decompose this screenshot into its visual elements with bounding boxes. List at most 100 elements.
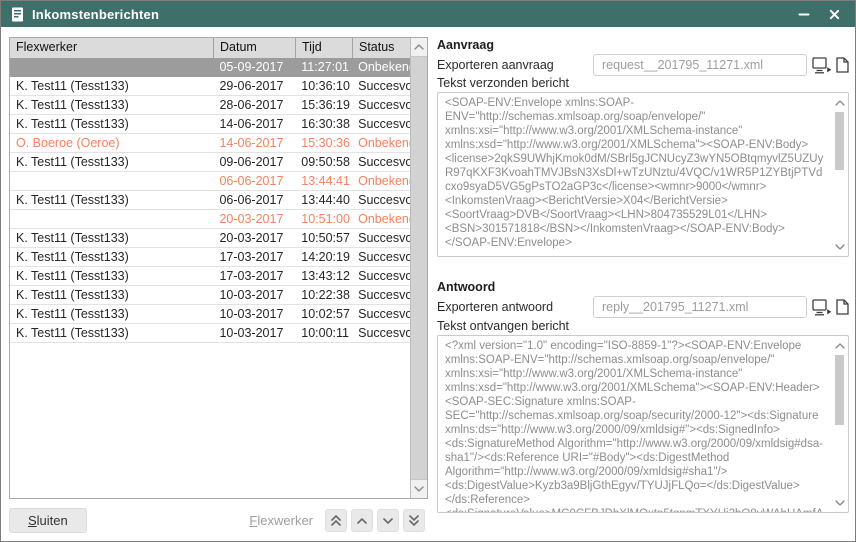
cell-datum: 06-06-2017 xyxy=(213,191,295,209)
sluiten-button[interactable]: Sluiten xyxy=(9,508,87,533)
cell-flexwerker xyxy=(10,172,213,190)
cell-datum: 14-06-2017 xyxy=(213,115,295,133)
cell-flexwerker: K. Test11 (Tesst133) xyxy=(10,115,213,133)
column-header-flexwerker[interactable]: Flexwerker xyxy=(10,38,214,58)
exporteren-antwoord-input[interactable] xyxy=(593,296,807,318)
table-row[interactable]: 06-06-201713:44:41Onbekend BSN xyxy=(10,172,410,191)
cell-datum: 28-06-2017 xyxy=(213,96,295,114)
column-header-tijd[interactable]: Tijd xyxy=(296,38,353,58)
minimize-button[interactable] xyxy=(793,4,815,24)
table-row[interactable]: O. Boeroe (Oeroe)14-06-201715:30:36Onbek… xyxy=(10,134,410,153)
cell-flexwerker: K. Test11 (Tesst133) xyxy=(10,229,213,247)
antwoord-heading: Antwoord xyxy=(437,280,495,294)
table-body: 05-09-201711:27:01Onbekend BSNK. Test11 … xyxy=(10,58,410,498)
table-row[interactable]: K. Test11 (Tesst133)10-03-201710:02:57Su… xyxy=(10,305,410,324)
cell-datum: 10-03-2017 xyxy=(213,286,295,304)
tekst-verzonden-bericht-label: Tekst verzonden bericht xyxy=(437,76,569,90)
tekst-ontvangen-bericht-label: Tekst ontvangen bericht xyxy=(437,319,569,333)
document-icon xyxy=(11,7,24,22)
cell-tijd: 10:51:00 xyxy=(295,210,352,228)
column-header-datum[interactable]: Datum xyxy=(214,38,296,58)
cell-tijd: 10:00:11 xyxy=(295,324,352,342)
chevron-down-icon xyxy=(383,518,393,524)
cell-flexwerker: K. Test11 (Tesst133) xyxy=(10,267,213,285)
cell-datum: 10-03-2017 xyxy=(213,324,295,342)
new-document-icon[interactable] xyxy=(836,299,849,315)
exporteren-aanvraag-input[interactable] xyxy=(593,54,807,76)
next-record-button[interactable] xyxy=(377,509,399,532)
flexwerker-nav: Flexwerker xyxy=(249,508,425,533)
cell-datum: 05-09-2017 xyxy=(213,58,295,76)
cell-datum: 20-03-2017 xyxy=(213,210,295,228)
flexwerker-nav-label: Flexwerker xyxy=(249,513,313,528)
cell-datum: 17-03-2017 xyxy=(213,267,295,285)
cell-tijd: 13:44:41 xyxy=(295,172,352,190)
table-row[interactable]: K. Test11 (Tesst133)29-06-201710:36:10Su… xyxy=(10,77,410,96)
cell-datum: 20-03-2017 xyxy=(213,229,295,247)
table-scrollbar[interactable] xyxy=(410,38,427,498)
table-row[interactable]: K. Test11 (Tesst133)14-06-201716:30:38Su… xyxy=(10,115,410,134)
table-row[interactable]: 20-03-201710:51:00Onbekend BSN xyxy=(10,210,410,229)
table-row[interactable]: 05-09-201711:27:01Onbekend BSN xyxy=(10,58,410,77)
scroll-down-icon[interactable] xyxy=(411,479,427,498)
exporteren-aanvraag-label: Exporteren aanvraag xyxy=(437,58,593,72)
scroll-up-icon[interactable] xyxy=(832,95,847,110)
cell-flexwerker: K. Test11 (Tesst133) xyxy=(10,286,213,304)
verzonden-bericht-box[interactable]: <SOAP-ENV:Envelope xmlns:SOAP-ENV="http:… xyxy=(437,92,849,257)
export-to-file-icon[interactable] xyxy=(812,299,833,316)
cell-datum: 06-06-2017 xyxy=(213,172,295,190)
cell-tijd: 09:50:58 xyxy=(295,153,352,171)
verzonden-scrollbar[interactable] xyxy=(832,94,847,255)
previous-record-button[interactable] xyxy=(351,509,373,532)
exporteren-antwoord-label: Exporteren antwoord xyxy=(437,300,593,314)
column-header-status[interactable]: Status xyxy=(353,38,411,58)
table-row[interactable]: K. Test11 (Tesst133)20-03-201710:50:57Su… xyxy=(10,229,410,248)
inkomstenberichten-window: Inkomstenberichten Flexwerker Datum Tijd… xyxy=(0,0,856,542)
cell-status: Succesvol xyxy=(352,267,410,285)
table-row[interactable]: K. Test11 (Tesst133)17-03-201714:20:19Su… xyxy=(10,248,410,267)
table-header: Flexwerker Datum Tijd Status xyxy=(10,38,427,59)
cell-tijd: 10:50:57 xyxy=(295,229,352,247)
table-row[interactable]: K. Test11 (Tesst133)10-03-201710:00:11Su… xyxy=(10,324,410,343)
close-button[interactable] xyxy=(823,4,845,24)
cell-status: Succesvol xyxy=(352,248,410,266)
cell-status: Succesvol xyxy=(352,96,410,114)
cell-status: Succesvol xyxy=(352,324,410,342)
cell-status: Succesvol xyxy=(352,229,410,247)
ontvangen-bericht-box[interactable]: <?xml version="1.0" encoding="ISO-8859-1… xyxy=(437,335,849,513)
cell-tijd: 14:20:19 xyxy=(295,248,352,266)
cell-tijd: 11:27:01 xyxy=(295,58,352,76)
ontvangen-scrollbar[interactable] xyxy=(832,337,847,511)
scrollbar-track[interactable] xyxy=(411,57,427,479)
scrollbar-thumb[interactable] xyxy=(835,112,844,170)
cell-status: Onbekend BSN xyxy=(352,58,410,76)
ontvangen-bericht-text: <?xml version="1.0" encoding="ISO-8859-1… xyxy=(445,340,823,513)
cell-status: Onbekend BSN xyxy=(352,210,410,228)
scroll-up-icon[interactable] xyxy=(411,38,427,57)
cell-tijd: 13:44:40 xyxy=(295,191,352,209)
table-row[interactable]: K. Test11 (Tesst133)17-03-201713:43:12Su… xyxy=(10,267,410,286)
scrollbar-thumb[interactable] xyxy=(835,355,844,425)
last-record-button[interactable] xyxy=(403,509,425,532)
chevrons-down-icon xyxy=(409,515,419,526)
cell-flexwerker: K. Test11 (Tesst133) xyxy=(10,191,213,209)
table-row[interactable]: K. Test11 (Tesst133)06-06-201713:44:40Su… xyxy=(10,191,410,210)
cell-flexwerker: K. Test11 (Tesst133) xyxy=(10,96,213,114)
scroll-up-icon[interactable] xyxy=(832,338,847,353)
cell-status: Onbekend LHN xyxy=(352,134,410,152)
cell-flexwerker: O. Boeroe (Oeroe) xyxy=(10,134,213,152)
cell-flexwerker: K. Test11 (Tesst133) xyxy=(10,153,213,171)
table-row[interactable]: K. Test11 (Tesst133)28-06-201715:36:19Su… xyxy=(10,96,410,115)
cell-datum: 10-03-2017 xyxy=(213,305,295,323)
new-document-icon[interactable] xyxy=(836,57,849,73)
first-record-button[interactable] xyxy=(325,509,347,532)
cell-status: Succesvol xyxy=(352,77,410,95)
export-to-file-icon[interactable] xyxy=(812,57,833,74)
chevron-up-icon xyxy=(357,518,367,524)
scroll-down-icon[interactable] xyxy=(832,495,847,510)
table-row[interactable]: K. Test11 (Tesst133)10-03-201710:22:38Su… xyxy=(10,286,410,305)
table-row[interactable]: K. Test11 (Tesst133)09-06-201709:50:58Su… xyxy=(10,153,410,172)
scroll-down-icon[interactable] xyxy=(832,239,847,254)
inkomstenberichten-table: Flexwerker Datum Tijd Status 05-09-20171… xyxy=(9,37,428,499)
cell-flexwerker: K. Test11 (Tesst133) xyxy=(10,324,213,342)
